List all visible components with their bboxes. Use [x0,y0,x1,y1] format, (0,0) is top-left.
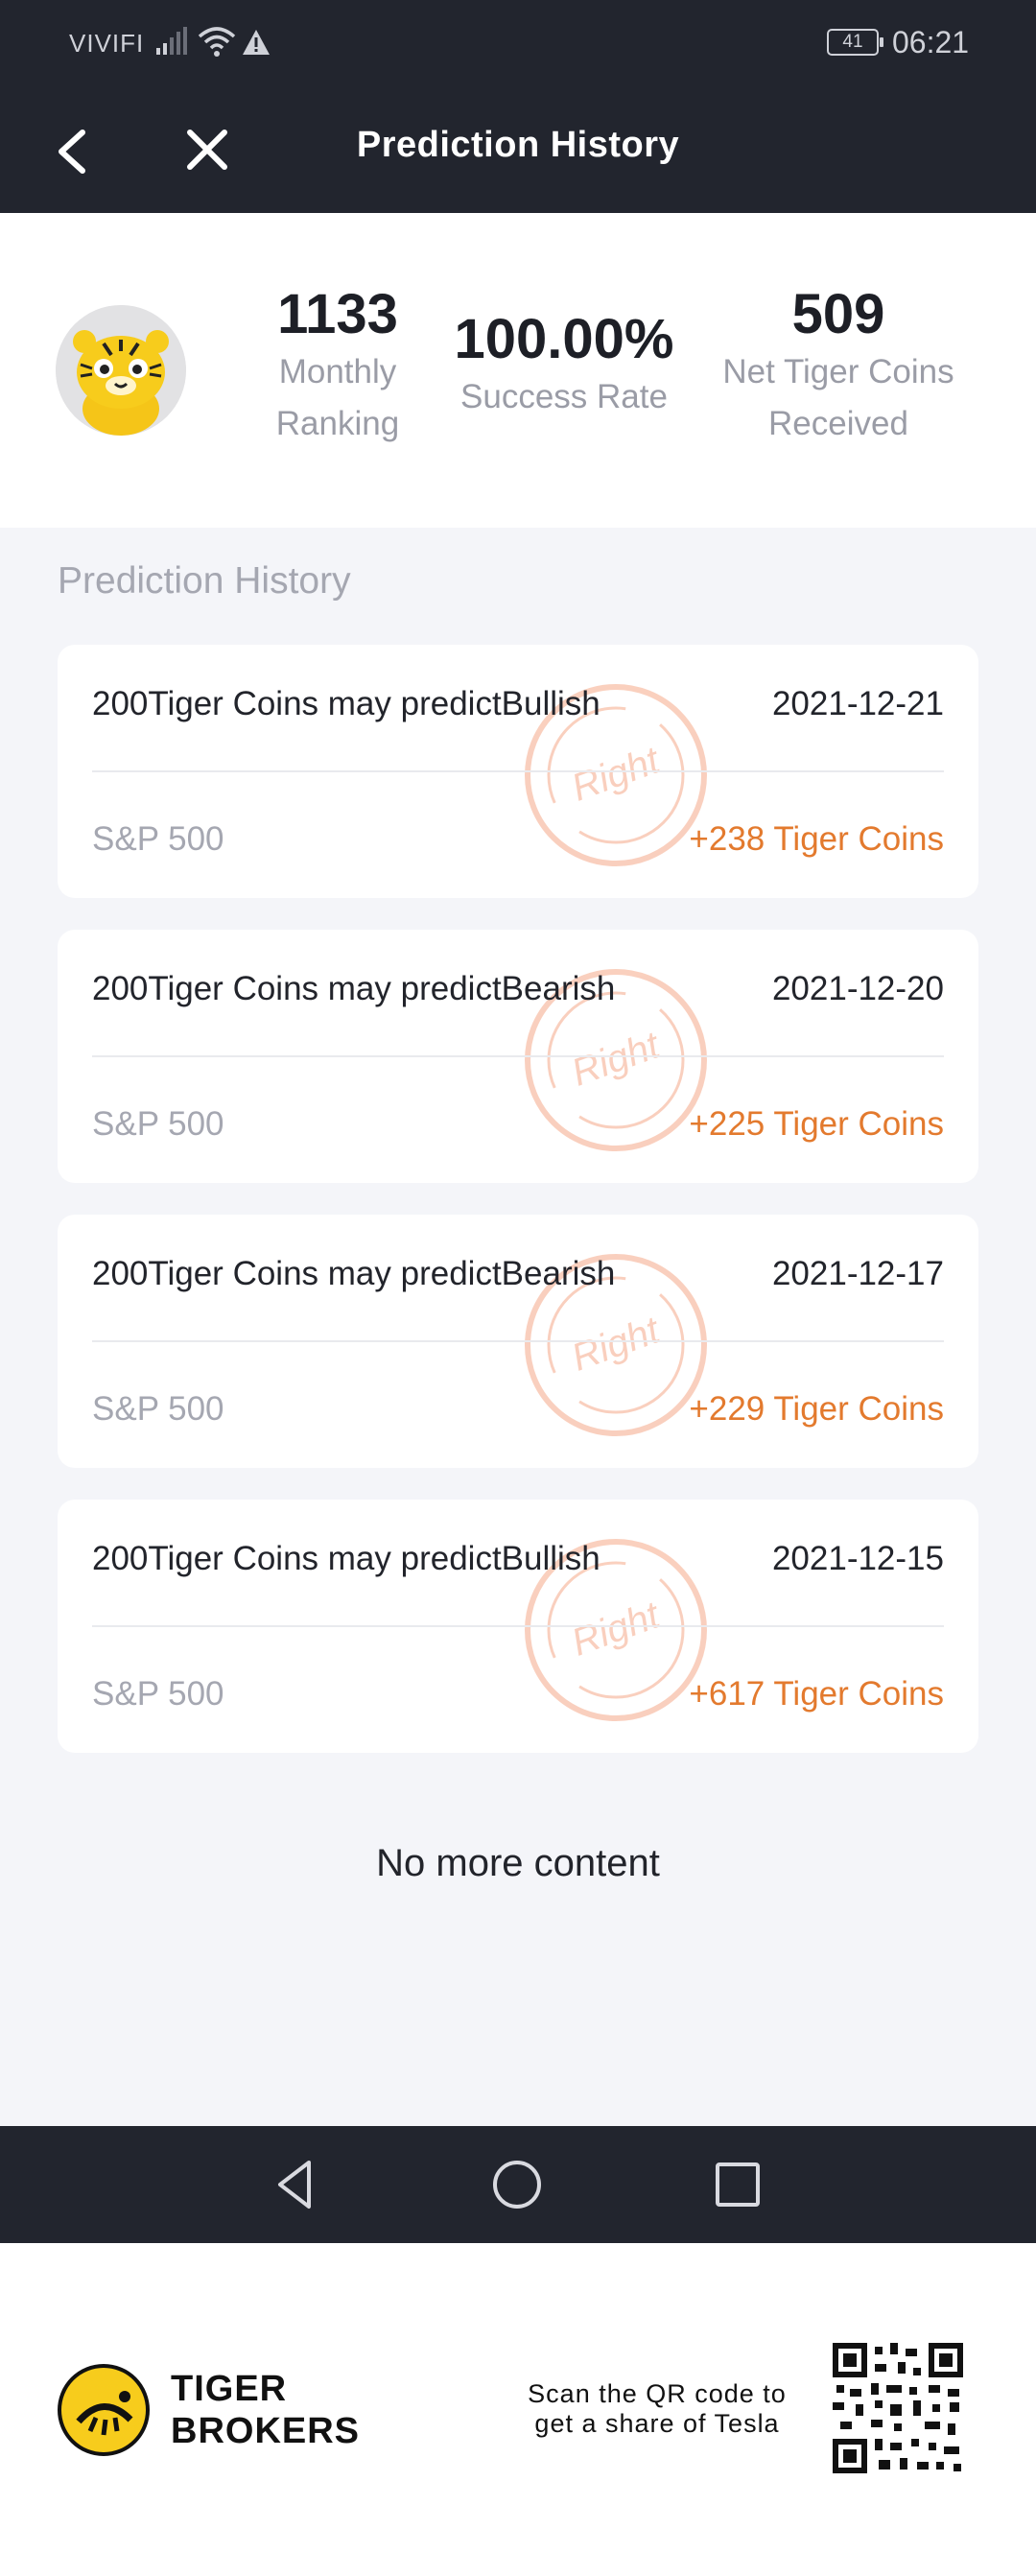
share-footer: TIGER BROKERS Scan the QR code to get a … [0,2243,1036,2576]
monthly-ranking-label-line2: Ranking [275,405,400,442]
tiger-brokers-logo-icon [58,2364,150,2456]
success-rate-value: 100.00% [454,308,674,370]
coin-gain: +238 Tiger Coins [689,820,944,858]
coin-gain: +617 Tiger Coins [689,1675,944,1713]
card-divider [92,770,944,772]
net-coins-value: 509 [791,283,885,345]
qr-caption-line1: Scan the QR code to [528,2379,787,2408]
stamp-text: Right [566,1024,667,1095]
status-bar: VIVIFI 41 06:21 [0,0,1036,86]
prediction-date: 2021-12-15 [771,1540,944,1577]
avatar[interactable] [56,305,186,436]
card-divider [92,1625,944,1627]
header: Prediction History [0,86,1036,213]
monthly-ranking-label: Monthly Ranking [242,346,434,450]
stamp-text: Right [566,1309,667,1380]
monthly-ranking-value: 1133 [277,283,398,345]
qr-caption: Scan the QR code to get a share of Tesla [499,2379,815,2439]
market-label: S&P 500 [92,820,224,858]
stamp-text: Right [566,1594,667,1665]
success-rate-label: Success Rate [460,378,668,415]
prediction-text: 200Tiger Coins may predictBearish [92,1255,616,1292]
prediction-text: 200Tiger Coins may predictBullish [92,1540,600,1577]
success-rate-stat: 100.00% Success Rate [434,307,695,423]
card-divider [92,1055,944,1057]
tiger-avatar-icon [56,305,186,436]
qr-caption-line2: get a share of Tesla [534,2409,780,2438]
prediction-date: 2021-12-20 [771,970,944,1007]
page-title: Prediction History [356,125,680,165]
nav-back-icon[interactable] [267,2155,326,2214]
market-label: S&P 500 [92,1390,224,1428]
brand-name-line2: BROKERS [171,2411,361,2451]
net-coins-stat: 509 Net Tiger Coins Received [695,282,982,450]
net-coins-label-line1: Net Tiger Coins [722,353,954,390]
monthly-ranking-stat: 1133 Monthly Ranking [242,282,434,450]
net-coins-label-line2: Received [768,405,908,442]
coin-gain: +225 Tiger Coins [689,1105,944,1143]
warning-icon [243,30,270,55]
card-divider [92,1340,944,1342]
no-more-content: No more content [376,1842,660,1884]
brand-name: TIGER BROKERS [171,2368,360,2452]
stats-panel: 1133 Monthly Ranking 100.00% Success Rat… [0,213,1036,528]
prediction-text: 200Tiger Coins may predictBullish [92,685,600,722]
prediction-date: 2021-12-17 [771,1255,944,1292]
monthly-ranking-label-line1: Monthly [278,353,397,390]
prediction-text: 200Tiger Coins may predictBearish [92,970,616,1007]
section-title: Prediction History [58,560,351,602]
battery-icon: 41 [827,29,883,56]
wifi-icon [198,27,236,57]
prediction-date: 2021-12-21 [771,685,944,722]
prediction-card[interactable]: Right 200Tiger Coins may predictBearish … [58,930,978,1183]
top-bar: VIVIFI 41 06:21 Prediction History [0,0,1036,213]
system-nav-bar [0,2126,1036,2243]
brand-name-line1: TIGER [171,2369,288,2409]
carrier-label: VIVIFI [69,29,145,58]
nav-home-icon[interactable] [487,2155,547,2214]
nav-recent-icon[interactable] [708,2155,767,2214]
status-time: 06:21 [892,25,970,59]
prediction-card[interactable]: Right 200Tiger Coins may predictBullish … [58,1500,978,1753]
market-label: S&P 500 [92,1105,224,1143]
net-coins-label: Net Tiger Coins Received [695,346,982,450]
qr-code-icon [833,2343,963,2473]
stamp-text: Right [566,739,667,810]
market-label: S&P 500 [92,1675,224,1713]
prediction-card[interactable]: Right 200Tiger Coins may predictBullish … [58,645,978,898]
prediction-card[interactable]: Right 200Tiger Coins may predictBearish … [58,1215,978,1468]
signal-icon [156,27,187,55]
coin-gain: +229 Tiger Coins [689,1390,944,1428]
